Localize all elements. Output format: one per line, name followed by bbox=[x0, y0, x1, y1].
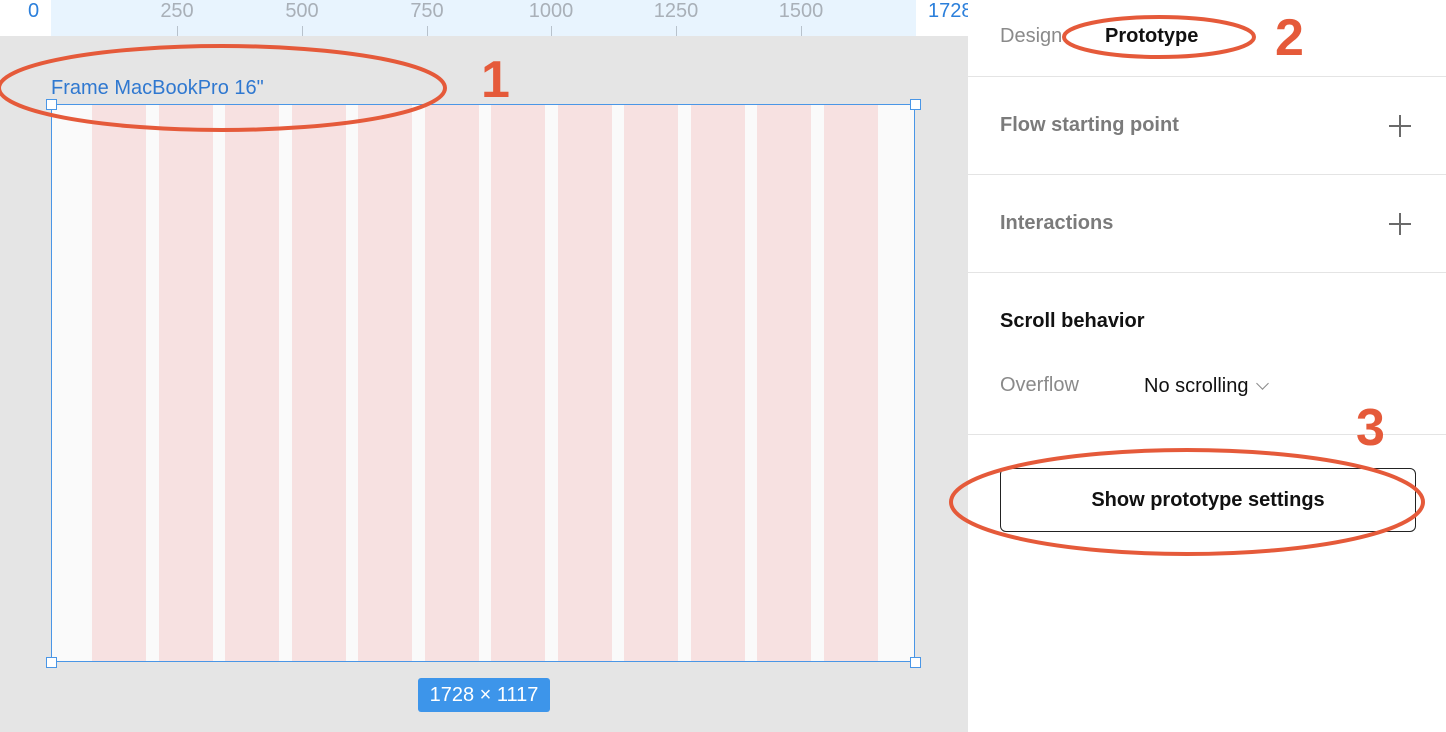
overflow-value: No scrolling bbox=[1144, 374, 1249, 397]
horizontal-ruler: 0 250 500 750 1000 1250 1500 1728 bbox=[0, 0, 968, 36]
resize-handle-bottom-left[interactable] bbox=[46, 657, 57, 668]
layout-grid-column bbox=[690, 105, 745, 661]
interactions-label: Interactions bbox=[1000, 212, 1114, 234]
ruler-tick-label: 750 bbox=[410, 0, 444, 22]
layout-grid-column bbox=[823, 105, 878, 661]
ruler-tick-label: 1000 bbox=[528, 0, 574, 22]
resize-handle-top-left[interactable] bbox=[46, 99, 57, 110]
annotation-number-1: 1 bbox=[481, 51, 510, 109]
design-canvas[interactable]: 0 250 500 750 1000 1250 1500 1728 Frame … bbox=[0, 0, 968, 732]
scroll-behavior-title: Scroll behavior bbox=[1000, 310, 1145, 332]
ruler-tick-label: 1500 bbox=[778, 0, 824, 22]
layout-grid-column bbox=[225, 105, 279, 661]
ruler-tick bbox=[302, 26, 303, 36]
ruler-tick-label: 1250 bbox=[653, 0, 699, 22]
layout-grid-column bbox=[491, 105, 545, 661]
layout-grid-column bbox=[291, 105, 346, 661]
layout-grid-column bbox=[557, 105, 612, 661]
annotation-number-3: 3 bbox=[1356, 399, 1385, 457]
section-divider bbox=[968, 76, 1446, 77]
ruler-tick-label: 500 bbox=[285, 0, 319, 22]
ruler-tick-label: 250 bbox=[160, 0, 194, 22]
properties-panel: Design Prototype Flow starting point Int… bbox=[968, 0, 1446, 732]
add-interaction-icon[interactable] bbox=[1384, 208, 1416, 240]
section-divider bbox=[968, 174, 1446, 175]
chevron-down-icon bbox=[1256, 376, 1270, 390]
ruler-tick bbox=[177, 26, 178, 36]
annotation-number-2: 2 bbox=[1275, 9, 1304, 67]
layout-grid-column bbox=[424, 105, 479, 661]
layout-grid-column bbox=[158, 105, 213, 661]
ruler-tick bbox=[551, 26, 552, 36]
layout-grid-column bbox=[92, 105, 146, 661]
add-flow-starting-point-icon[interactable] bbox=[1384, 110, 1416, 142]
overflow-dropdown[interactable]: No scrolling bbox=[1144, 368, 1270, 404]
layout-grid-column bbox=[757, 105, 811, 661]
section-divider bbox=[968, 272, 1446, 273]
selected-frame[interactable] bbox=[51, 104, 915, 662]
ruler-tick bbox=[676, 26, 677, 36]
layout-grid-column bbox=[624, 105, 678, 661]
ruler-tick bbox=[801, 26, 802, 36]
ruler-tick bbox=[427, 26, 428, 36]
panel-tabs: Design Prototype bbox=[968, 0, 1446, 76]
ruler-tick-label: 1728 bbox=[928, 0, 968, 22]
ruler-tick-label: 0 bbox=[28, 0, 40, 22]
show-prototype-settings-button[interactable]: Show prototype settings bbox=[1000, 468, 1416, 532]
frame-name-label[interactable]: Frame MacBookPro 16" bbox=[51, 77, 264, 100]
resize-handle-bottom-right[interactable] bbox=[910, 657, 921, 668]
tab-design[interactable]: Design bbox=[1000, 24, 1062, 48]
flow-starting-point-label: Flow starting point bbox=[1000, 114, 1179, 136]
frame-size-badge: 1728 × 1117 bbox=[418, 678, 550, 712]
overflow-label: Overflow bbox=[1000, 374, 1079, 396]
resize-handle-top-right[interactable] bbox=[910, 99, 921, 110]
tab-prototype[interactable]: Prototype bbox=[1105, 24, 1198, 48]
layout-grid-column bbox=[358, 105, 412, 661]
